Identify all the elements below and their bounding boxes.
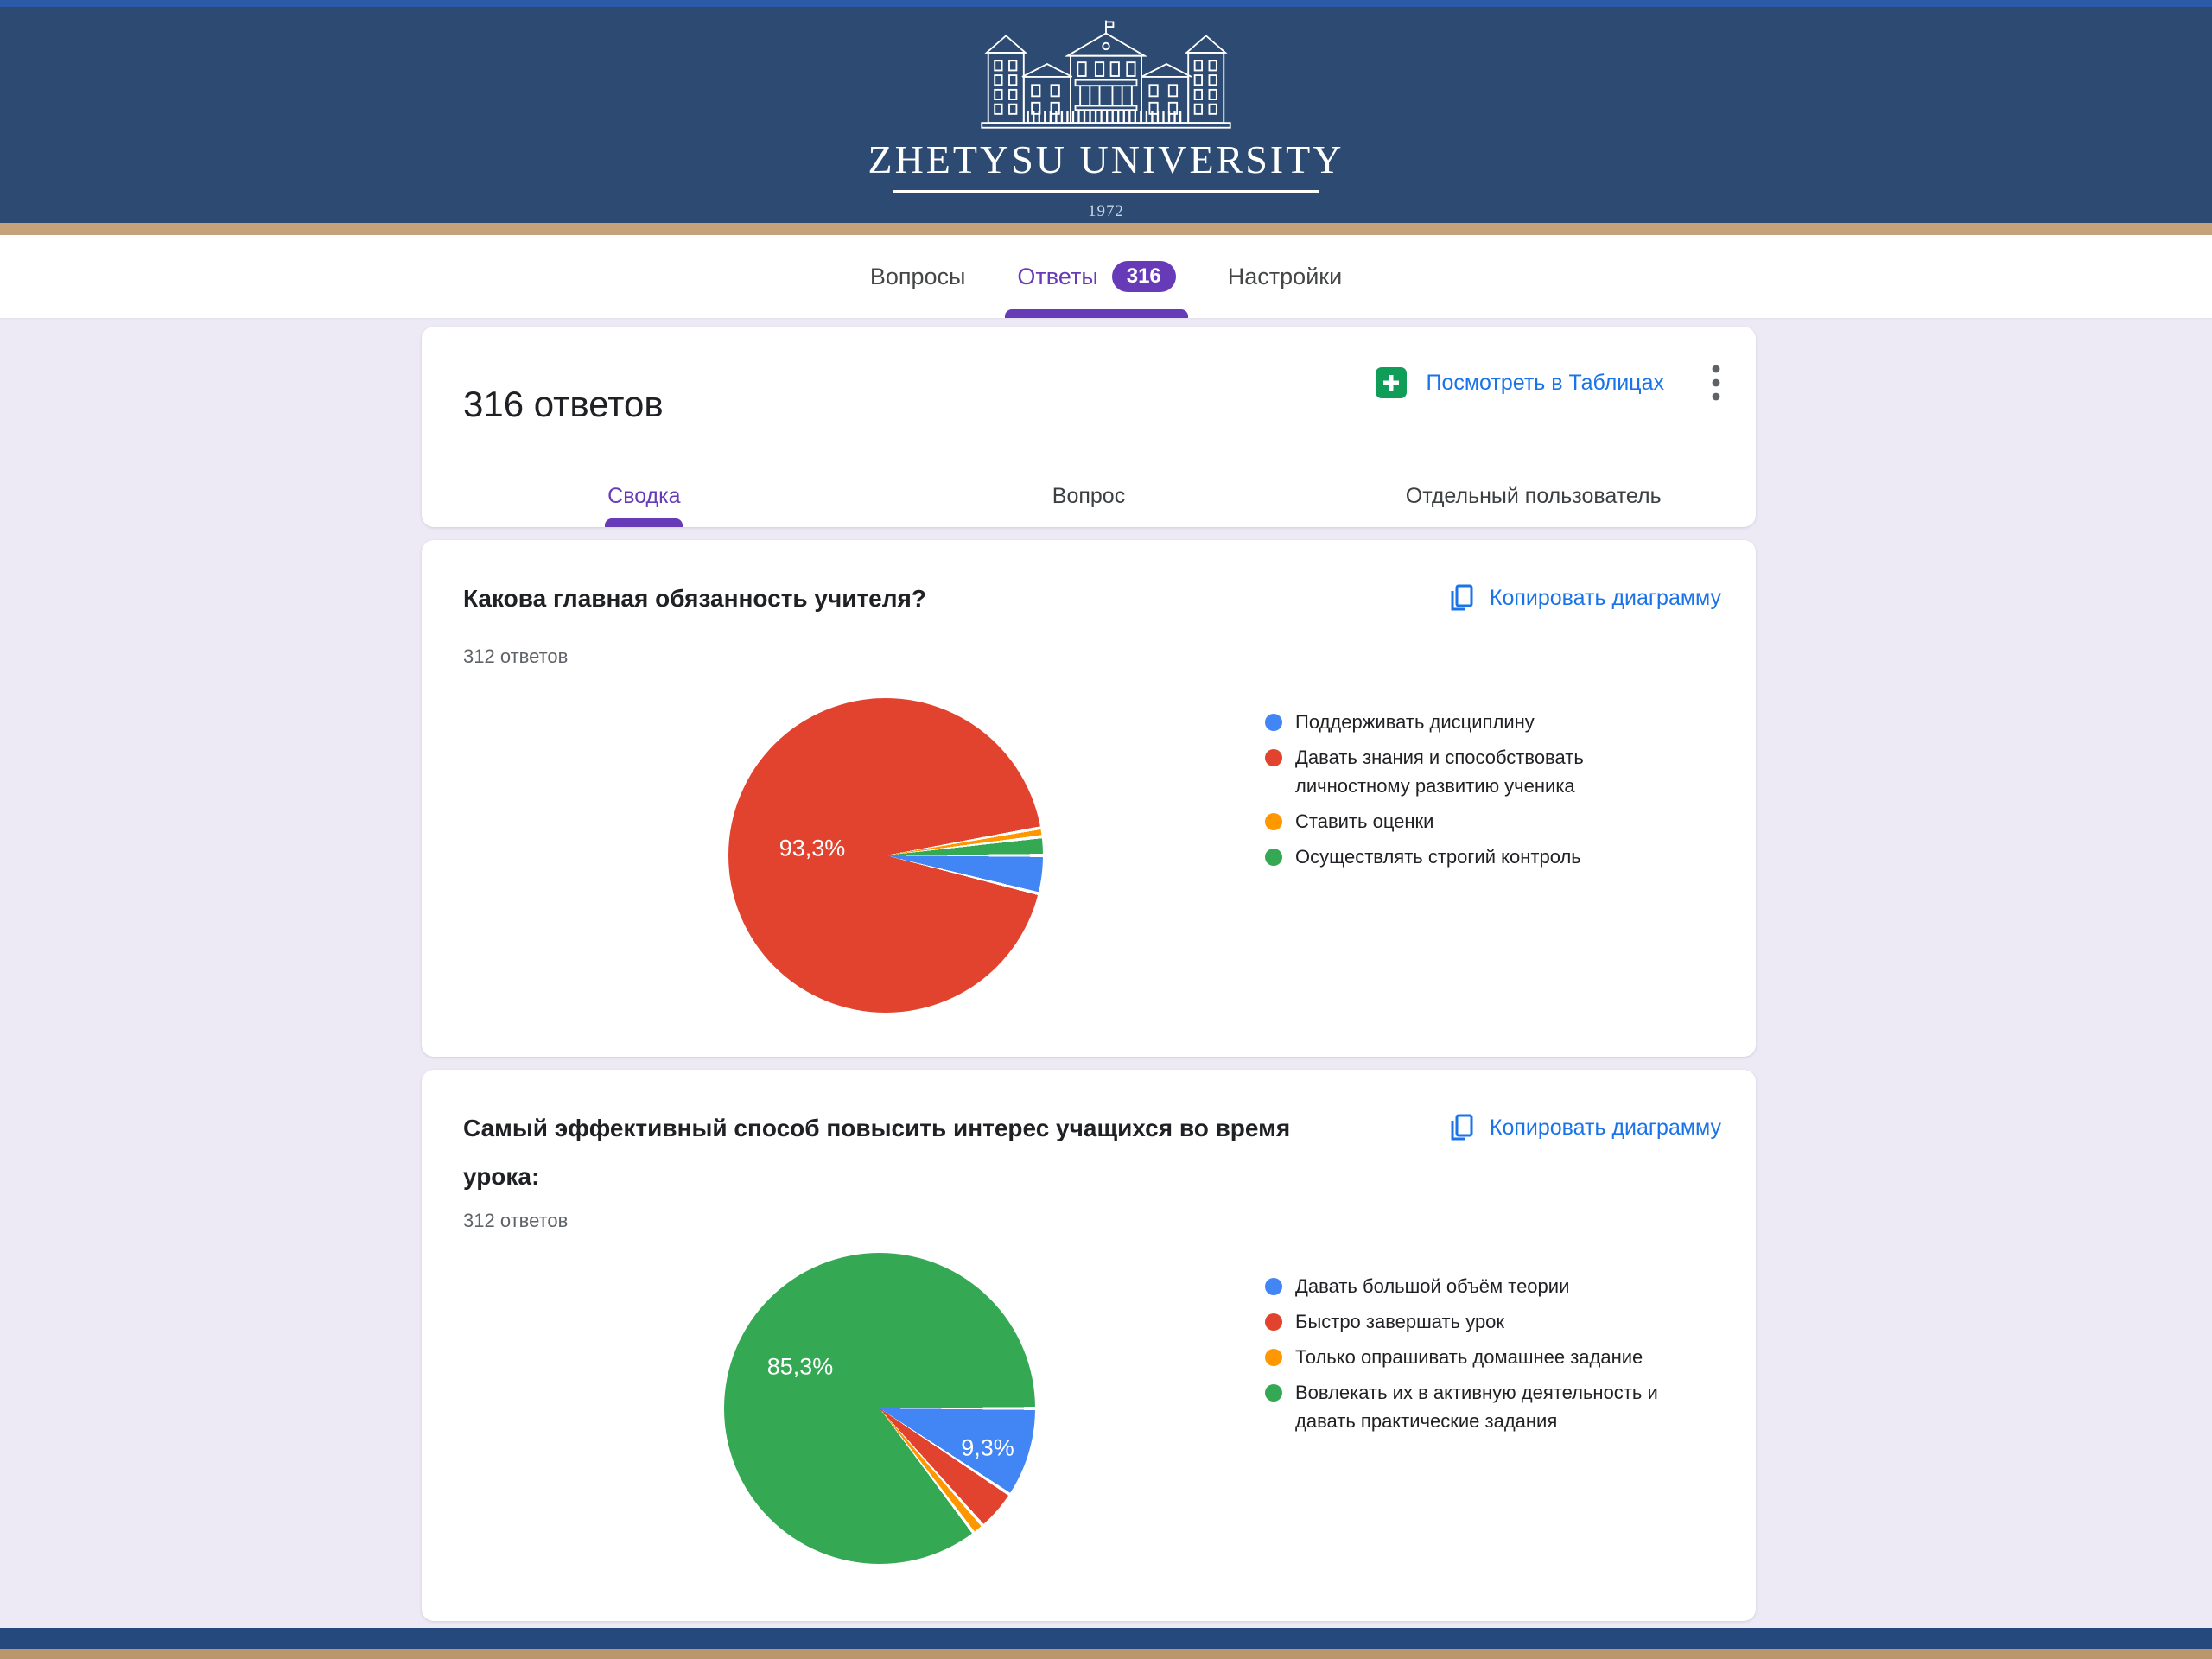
- subtab-summary[interactable]: Сводка: [422, 465, 867, 527]
- tab-responses-label: Ответы: [1017, 264, 1097, 290]
- tan-strip: [0, 223, 2212, 235]
- kebab-menu-icon: [1711, 363, 1721, 403]
- pie-1-percent-label: 93,3%: [779, 836, 846, 862]
- question-1-title: Какова главная обязанность учителя?: [463, 575, 926, 623]
- legend-dot-green: [1265, 849, 1282, 866]
- legend-dot-blue: [1265, 714, 1282, 731]
- more-options-button[interactable]: [1711, 363, 1721, 403]
- legend-dot-blue: [1265, 1278, 1282, 1295]
- subtab-question-label: Вопрос: [1052, 484, 1125, 509]
- footer-tan-strip: [0, 1649, 2212, 1659]
- legend-item: Вовлекать их в активную деятельность и д…: [1265, 1378, 1671, 1435]
- legend-label: Поддерживать дисциплину: [1295, 708, 1535, 736]
- pie-1-legend: Поддерживать дисциплину Давать знания и …: [1265, 708, 1671, 878]
- university-year: 1972: [1088, 202, 1124, 221]
- university-building-logo: [963, 16, 1249, 137]
- question-2-title: Самый эффективный способ повысить интере…: [463, 1104, 1293, 1201]
- legend-item: Быстро завершать урок: [1265, 1307, 1671, 1336]
- google-forms-responses-page: ZHETYSU UNIVERSITY 1972 Вопросы Ответы 3…: [0, 0, 2212, 1659]
- responses-summary-card: 316 ответов Посмотреть в Таблицах Сводка…: [422, 327, 1756, 527]
- legend-dot-red: [1265, 749, 1282, 766]
- legend-label: Осуществлять строгий контроль: [1295, 842, 1581, 871]
- legend-item: Давать знания и способствовать личностно…: [1265, 743, 1671, 800]
- pie-2-percent-label-green: 85,3%: [767, 1354, 834, 1381]
- subtab-summary-label: Сводка: [607, 484, 680, 509]
- copy-chart-button-1[interactable]: Копировать диаграмму: [1446, 583, 1721, 613]
- legend-dot-orange: [1265, 1349, 1282, 1366]
- copy-icon: [1446, 583, 1476, 613]
- legend-item: Поддерживать дисциплину: [1265, 708, 1671, 736]
- legend-item: Осуществлять строгий контроль: [1265, 842, 1671, 871]
- copy-chart-button-2[interactable]: Копировать диаграмму: [1446, 1113, 1721, 1142]
- subtab-individual[interactable]: Отдельный пользователь: [1311, 465, 1756, 527]
- university-banner: ZHETYSU UNIVERSITY 1972: [0, 7, 2212, 223]
- question-1-response-count: 312 ответов: [463, 645, 568, 668]
- copy-chart-label-2: Копировать диаграмму: [1490, 1116, 1721, 1141]
- copy-icon: [1446, 1113, 1476, 1142]
- legend-dot-orange: [1265, 813, 1282, 830]
- tab-questions-label: Вопросы: [870, 264, 966, 290]
- legend-label: Только опрашивать домашнее задание: [1295, 1343, 1643, 1371]
- top-blue-strip: [0, 0, 2212, 7]
- legend-dot-red: [1265, 1313, 1282, 1331]
- copy-chart-label-1: Копировать диаграмму: [1490, 586, 1721, 611]
- tab-questions[interactable]: Вопросы: [865, 235, 971, 318]
- summary-subtabs: Сводка Вопрос Отдельный пользователь: [422, 465, 1756, 527]
- summary-actions: Посмотреть в Таблицах: [1376, 363, 1721, 403]
- legend-dot-green: [1265, 1384, 1282, 1402]
- question-card-1: Какова главная обязанность учителя? Копи…: [422, 540, 1756, 1057]
- subtab-individual-label: Отдельный пользователь: [1406, 484, 1662, 509]
- question-1-header: Какова главная обязанность учителя? Копи…: [463, 575, 1721, 623]
- pie-2-legend: Давать большой объём теории Быстро завер…: [1265, 1272, 1671, 1442]
- question-2-response-count: 312 ответов: [463, 1210, 568, 1232]
- university-name: ZHETYSU UNIVERSITY: [868, 137, 1344, 182]
- question-card-2: Самый эффективный способ повысить интере…: [422, 1070, 1756, 1621]
- legend-item: Давать большой объём теории: [1265, 1272, 1671, 1300]
- legend-item: Ставить оценки: [1265, 807, 1671, 836]
- legend-label: Вовлекать их в активную деятельность и д…: [1295, 1378, 1671, 1435]
- question-2-header: Самый эффективный способ повысить интере…: [463, 1104, 1721, 1201]
- tab-settings-label: Настройки: [1228, 264, 1342, 290]
- legend-label: Давать знания и способствовать личностно…: [1295, 743, 1671, 800]
- form-nav-tabs: Вопросы Ответы 316 Настройки: [0, 235, 2212, 318]
- responses-total-title: 316 ответов: [463, 384, 664, 425]
- pie-2-percent-label-blue: 9,3%: [961, 1435, 1014, 1462]
- logo-divider-line: [893, 190, 1319, 193]
- google-sheets-icon: [1376, 367, 1407, 398]
- legend-label: Ставить оценки: [1295, 807, 1433, 836]
- tab-settings[interactable]: Настройки: [1223, 235, 1347, 318]
- legend-label: Давать большой объём теории: [1295, 1272, 1569, 1300]
- pie-chart-1: 93,3%: [728, 698, 1043, 1013]
- subtab-question[interactable]: Вопрос: [867, 465, 1312, 527]
- tab-responses[interactable]: Ответы 316: [1012, 235, 1180, 318]
- view-in-sheets-link[interactable]: Посмотреть в Таблицах: [1426, 371, 1664, 396]
- legend-label: Быстро завершать урок: [1295, 1307, 1504, 1336]
- legend-item: Только опрашивать домашнее задание: [1265, 1343, 1671, 1371]
- footer-navy-strip: [0, 1628, 2212, 1649]
- responses-count-badge: 316: [1112, 261, 1176, 292]
- pie-chart-2: 85,3% 9,3%: [724, 1253, 1035, 1564]
